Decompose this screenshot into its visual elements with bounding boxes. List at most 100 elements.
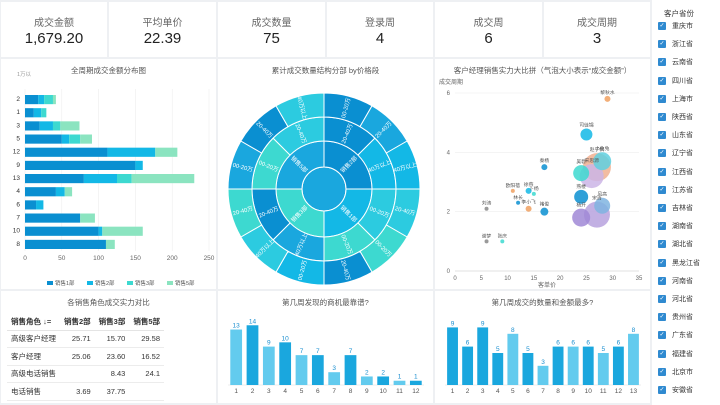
column-bar (522, 353, 534, 385)
table-row: 客户经理 25.06 23.60 16.52 (7, 347, 165, 366)
bubble-point (531, 191, 536, 196)
bubble-label: 秦杨 (540, 157, 550, 164)
filter-item[interactable]: ✓ 北京市 (658, 366, 693, 378)
bar-segment (64, 187, 73, 197)
data-label: 9 (267, 340, 271, 347)
filter-item[interactable]: ✓ 辽宁省 (658, 147, 693, 159)
filter-item[interactable]: ✓ 湖北省 (658, 238, 693, 250)
checkbox-checked-icon[interactable]: ✓ (658, 331, 666, 340)
checkbox-checked-icon[interactable]: ✓ (658, 367, 666, 376)
x-tick-label: 5 (300, 388, 304, 395)
data-label: 5 (601, 346, 605, 353)
filter-item[interactable]: ✓ 四川省 (658, 75, 693, 87)
bubble-chart: 客户经理销售实力大比拼（气泡大小表示“成交金额”） 成交周期 客单价 0 2 4 6 0 5 1… (435, 59, 650, 289)
table-cell: 25.71 (60, 330, 95, 348)
legend-label: 销售2部 (95, 279, 115, 287)
y-tick-label: 1 (16, 109, 20, 116)
checkbox-checked-icon[interactable]: ✓ (658, 131, 666, 140)
x-tick-label: 6 (526, 388, 530, 395)
y-tick-label: 2 (447, 210, 451, 216)
filter-item-label: 河北省 (672, 296, 693, 303)
filter-item[interactable]: ✓ 江苏省 (658, 184, 693, 196)
bubble-label: 宋清 (592, 195, 602, 202)
column-bar (537, 365, 549, 385)
filter-item[interactable]: ✓ 河南省 (658, 275, 693, 287)
checkbox-checked-icon[interactable]: ✓ (658, 149, 666, 158)
filter-item-label: 云南省 (672, 59, 693, 67)
table-header[interactable]: 销售角色 ↓= (7, 313, 60, 331)
column-bar (492, 353, 504, 385)
checkbox-checked-icon[interactable]: ✓ (658, 113, 666, 121)
filter-item[interactable]: ✓ 重庆市 (658, 20, 693, 32)
bar-segment (25, 200, 37, 210)
filter-item[interactable]: ✓ 江西省 (658, 166, 693, 178)
filter-item[interactable]: ✓ 黑龙江省 (658, 257, 700, 269)
bar-segment (25, 187, 56, 197)
checkbox-checked-icon[interactable]: ✓ (658, 58, 666, 67)
filter-item[interactable]: ✓ 山东省 (658, 129, 693, 141)
bar-segment (135, 160, 143, 170)
filter-item[interactable]: ✓ 上海市 (658, 93, 693, 105)
kpi-value: 1,679.20 (24, 30, 84, 47)
checkbox-checked-icon[interactable]: ✓ (658, 240, 666, 249)
filter-item-label: 四川省 (672, 77, 693, 85)
table-cell: 客户经理 (7, 347, 60, 366)
kpi-value: 4 (375, 30, 385, 47)
x-tick-label: 11 (600, 388, 607, 395)
bar-segment (25, 147, 108, 157)
bubble-label: 宋思源 (584, 157, 599, 164)
filter-item[interactable]: ✓ 吉林省 (658, 202, 693, 214)
filter-item[interactable]: ✓ 福建省 (658, 348, 693, 360)
data-label: 2 (381, 369, 385, 376)
filter-item[interactable]: ✓ 广东省 (658, 329, 693, 341)
table-cell: 高级客户经理 (7, 330, 60, 348)
table-header[interactable]: 销售3部 (94, 313, 130, 331)
y-tick-label: 2 (16, 96, 20, 103)
checkbox-checked-icon[interactable]: ✓ (658, 349, 666, 358)
checkbox-checked-icon[interactable]: ✓ (658, 40, 666, 49)
filter-item[interactable]: ✓ 浙江省 (658, 38, 693, 50)
x-tick-label: 25 (583, 276, 590, 282)
kpi-value: 3 (592, 30, 602, 47)
checkbox-checked-icon[interactable]: ✓ (658, 22, 666, 30)
bubble-point (510, 188, 515, 193)
bubble-label: 燕楼 (576, 183, 586, 190)
bar-segment (38, 95, 45, 105)
checkbox-checked-icon[interactable]: ✓ (658, 185, 666, 194)
checkbox-checked-icon[interactable]: ✓ (658, 76, 666, 85)
filter-item[interactable]: ✓ 湖南省 (658, 220, 693, 232)
bubble-point (573, 165, 590, 182)
bar-segment (25, 134, 62, 144)
checkbox-checked-icon[interactable]: ✓ (658, 94, 666, 103)
checkbox-checked-icon[interactable]: ✓ (658, 313, 666, 322)
filter-item[interactable]: ✓ 安徽省 (658, 384, 693, 396)
kpi-card-login-week: 登录周 4 (327, 2, 433, 57)
bubble-label: 吴碧 (576, 158, 586, 165)
bubble-label: 谢梦 (482, 232, 492, 239)
kpi-card-avg-price: 平均单价 22.39 (109, 2, 216, 57)
checkbox-checked-icon[interactable]: ✓ (658, 386, 666, 394)
filter-item[interactable]: ✓ 河北省 (658, 293, 693, 305)
x-tick-label: 30 (609, 276, 616, 282)
bubble-point (525, 205, 532, 212)
x-tick-label: 2 (466, 388, 470, 395)
checkbox-checked-icon[interactable]: ✓ (658, 167, 666, 176)
checkbox-checked-icon[interactable]: ✓ (658, 295, 666, 303)
checkbox-checked-icon[interactable]: ✓ (658, 222, 666, 231)
bubble-point (484, 206, 489, 211)
table-header[interactable]: 销售2部 (60, 313, 95, 331)
x-tick-label: 200 (167, 255, 178, 262)
checkbox-checked-icon[interactable]: ✓ (658, 276, 666, 285)
filter-item-label: 北京市 (672, 368, 693, 376)
table-header[interactable]: 销售5部 (129, 313, 165, 331)
x-tick-label: 12 (615, 388, 623, 395)
x-tick-label: 0 (453, 276, 457, 282)
filter-item[interactable]: ✓ 云南省 (658, 56, 693, 68)
column-bar (295, 355, 308, 385)
y-tick-label: 4 (16, 188, 20, 195)
filter-item[interactable]: ✓ 陕西省 (658, 111, 693, 123)
bar-segment (60, 121, 80, 131)
filter-item[interactable]: ✓ 贵州省 (658, 311, 693, 323)
checkbox-checked-icon[interactable]: ✓ (658, 204, 666, 212)
checkbox-checked-icon[interactable]: ✓ (658, 258, 666, 267)
